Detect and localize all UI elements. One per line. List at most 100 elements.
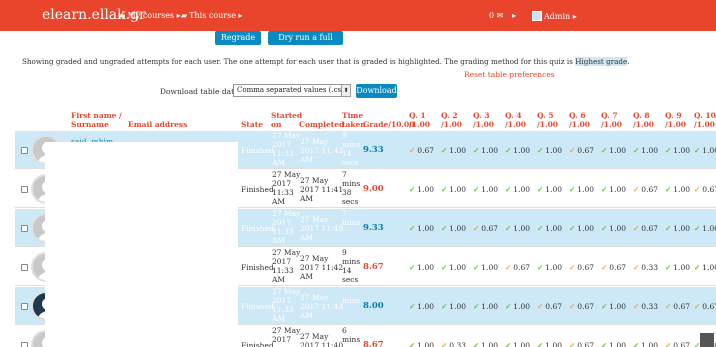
row-checkbox[interactable] <box>21 186 28 193</box>
question-score-link[interactable]: ✓1.00 <box>505 146 530 155</box>
question-score-link[interactable]: ✓1.00 <box>537 146 562 155</box>
header-q8[interactable]: Q. 8/1.00 <box>633 111 654 129</box>
grade-link[interactable]: 8.00 <box>363 301 384 311</box>
header-state[interactable]: State <box>241 120 263 129</box>
header-q5[interactable]: Q. 5/1.00 <box>537 111 558 129</box>
question-score-link[interactable]: ✓1.00 <box>665 263 690 272</box>
header-completed[interactable]: Completed <box>299 120 344 129</box>
question-score-link[interactable]: ✓1.00 <box>409 185 434 194</box>
nav-messages[interactable]: 0 ✉ <box>489 11 503 20</box>
question-score-link[interactable]: ✓1.00 <box>505 224 530 233</box>
question-score-link[interactable]: ✓1.00 <box>601 224 626 233</box>
question-score-link[interactable]: ✓1.00 <box>441 146 466 155</box>
question-score-link[interactable]: ✓1.00 <box>537 341 562 347</box>
reset-table-preferences-link[interactable]: Reset table preferences <box>464 70 555 79</box>
question-score-link[interactable]: ✓0.67 <box>694 185 716 194</box>
question-score-link[interactable]: ✓1.00 <box>694 224 716 233</box>
question-score-link[interactable]: ✓ 0.33 <box>633 302 658 311</box>
question-score-link[interactable]: ✓1.00 <box>505 341 530 347</box>
grade-link[interactable]: 9.33 <box>363 145 384 155</box>
question-score-link[interactable]: ✓1.00 <box>441 224 466 233</box>
nav-my-courses[interactable]: ▬ My courses ▸ <box>118 11 181 20</box>
row-checkbox[interactable] <box>21 342 28 347</box>
question-score-link[interactable]: ✓1.00 <box>441 263 466 272</box>
header-grade[interactable]: Grade/10.00 <box>363 120 414 129</box>
question-score-link[interactable]: ✓0.67 <box>569 263 594 272</box>
question-score-link[interactable]: ✓1.00 <box>569 185 594 194</box>
question-score-link[interactable]: ✓0.67 <box>665 302 690 311</box>
dry-run-regrade-button[interactable]: Dry run a full regrade <box>268 31 343 56</box>
row-checkbox[interactable] <box>21 147 28 154</box>
question-score-link[interactable]: ✓ 0.33 <box>441 341 466 347</box>
question-score-link[interactable]: ✓1.00 <box>601 146 626 155</box>
question-score-link[interactable]: ✓0.67 <box>569 302 594 311</box>
question-score-link[interactable]: ✓ 0.33 <box>633 263 658 272</box>
correct-icon: ✓ <box>505 146 512 155</box>
question-score-link[interactable]: ✓0.67 <box>473 224 498 233</box>
question-score-link[interactable]: ✓0.67 <box>537 302 562 311</box>
question-score-link[interactable]: ✓1.00 <box>473 341 498 347</box>
question-score-link[interactable]: ✓1.00 <box>694 263 716 272</box>
question-score-link[interactable]: ✓1.00 <box>409 302 434 311</box>
header-email[interactable]: Email address <box>128 120 187 129</box>
question-score-link[interactable]: ✓0.67 <box>569 341 594 347</box>
question-score-link[interactable]: ✓0.67 <box>409 146 434 155</box>
question-score-link[interactable]: ✓0.67 <box>633 185 658 194</box>
row-checkbox[interactable] <box>21 303 28 310</box>
grade-link[interactable]: 9.00 <box>363 184 384 194</box>
question-score-link[interactable]: ✓1.00 <box>441 302 466 311</box>
question-score-link[interactable]: ✓0.67 <box>601 263 626 272</box>
question-score-link[interactable]: ✓1.00 <box>665 224 690 233</box>
question-score-link[interactable]: ✓1.00 <box>633 341 658 347</box>
question-score-link[interactable]: ✓1.00 <box>473 146 498 155</box>
nav-user-menu[interactable]: Admin ▸ <box>532 11 577 21</box>
question-score-link[interactable]: ✓0.67 <box>633 224 658 233</box>
question-score-link[interactable]: ✓1.00 <box>601 341 626 347</box>
grade-link[interactable]: 8.67 <box>363 262 384 272</box>
question-score-link[interactable]: ✓1.00 <box>665 185 690 194</box>
header-q7[interactable]: Q. 7/1.00 <box>601 111 622 129</box>
question-score-link[interactable]: ✓1.00 <box>601 185 626 194</box>
question-score-link[interactable]: ✓1.00 <box>537 263 562 272</box>
question-score-link[interactable]: ✓1.00 <box>473 302 498 311</box>
grade-link[interactable]: 8.67 <box>363 340 384 347</box>
question-score-link[interactable]: ✓1.00 <box>409 224 434 233</box>
nav-messages-caret-icon[interactable]: ▸ <box>512 11 516 20</box>
question-score-link[interactable]: ✓1.00 <box>537 185 562 194</box>
question-score-link[interactable]: ✓1.00 <box>569 224 594 233</box>
question-score-link[interactable]: ✓1.00 <box>473 263 498 272</box>
question-score-link[interactable]: ✓1.00 <box>633 146 658 155</box>
question-score-link[interactable]: ✓1.00 <box>473 185 498 194</box>
header-started[interactable]: Started on <box>271 111 302 129</box>
header-q1[interactable]: Q. 1/1.00 <box>409 111 430 129</box>
question-score-link[interactable]: ✓1.00 <box>601 302 626 311</box>
question-score-link[interactable]: ✓1.00 <box>665 146 690 155</box>
nav-this-course[interactable]: ▰ This course ▸ <box>181 11 243 20</box>
header-q2[interactable]: Q. 2/1.00 <box>441 111 462 129</box>
header-q10[interactable]: Q. 10/1.00 <box>694 111 716 129</box>
header-q6[interactable]: Q. 6/1.00 <box>569 111 590 129</box>
question-score-link[interactable]: ✓0.67 <box>665 341 690 347</box>
question-score-link[interactable]: ✓1.00 <box>537 224 562 233</box>
scroll-button[interactable] <box>700 333 714 347</box>
header-name[interactable]: First name / Surname <box>71 111 122 129</box>
row-checkbox[interactable] <box>21 264 28 271</box>
started-on: 27 May 2017 11:33 AM <box>272 209 301 245</box>
header-q4[interactable]: Q. 4/1.00 <box>505 111 526 129</box>
header-q3[interactable]: Q. 3/1.00 <box>473 111 494 129</box>
download-button[interactable]: Download <box>356 84 397 98</box>
question-score-link[interactable]: ✓0.67 <box>694 302 716 311</box>
question-score-link[interactable]: ✓0.67 <box>569 146 594 155</box>
question-score-link[interactable]: ✓1.00 <box>505 302 530 311</box>
question-score-link[interactable]: ✓1.00 <box>441 185 466 194</box>
question-score-link[interactable]: ✓1.00 <box>409 263 434 272</box>
question-score-link[interactable]: ✓0.67 <box>505 263 530 272</box>
download-format-select[interactable]: Comma separated values (.csv) ⬍ <box>233 84 351 97</box>
row-checkbox[interactable] <box>21 225 28 232</box>
header-q9[interactable]: Q. 9/1.00 <box>665 111 686 129</box>
question-score-link[interactable]: ✓1.00 <box>409 341 434 347</box>
question-score-link[interactable]: ✓1.00 <box>694 146 716 155</box>
grade-link[interactable]: 9.33 <box>363 223 384 233</box>
regrade-all-button[interactable]: Regrade all <box>215 31 261 56</box>
question-score-link[interactable]: ✓1.00 <box>505 185 530 194</box>
